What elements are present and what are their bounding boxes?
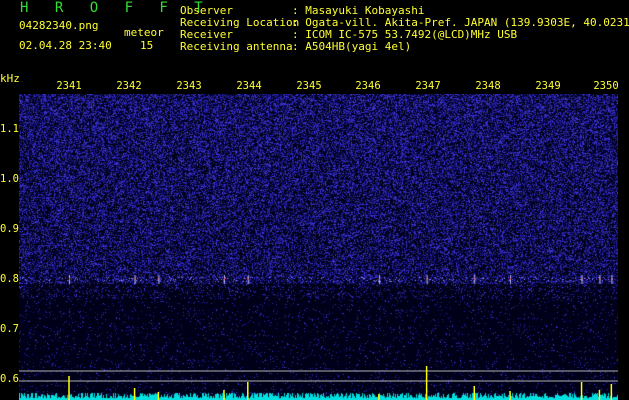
plot-overlay bbox=[19, 366, 618, 400]
